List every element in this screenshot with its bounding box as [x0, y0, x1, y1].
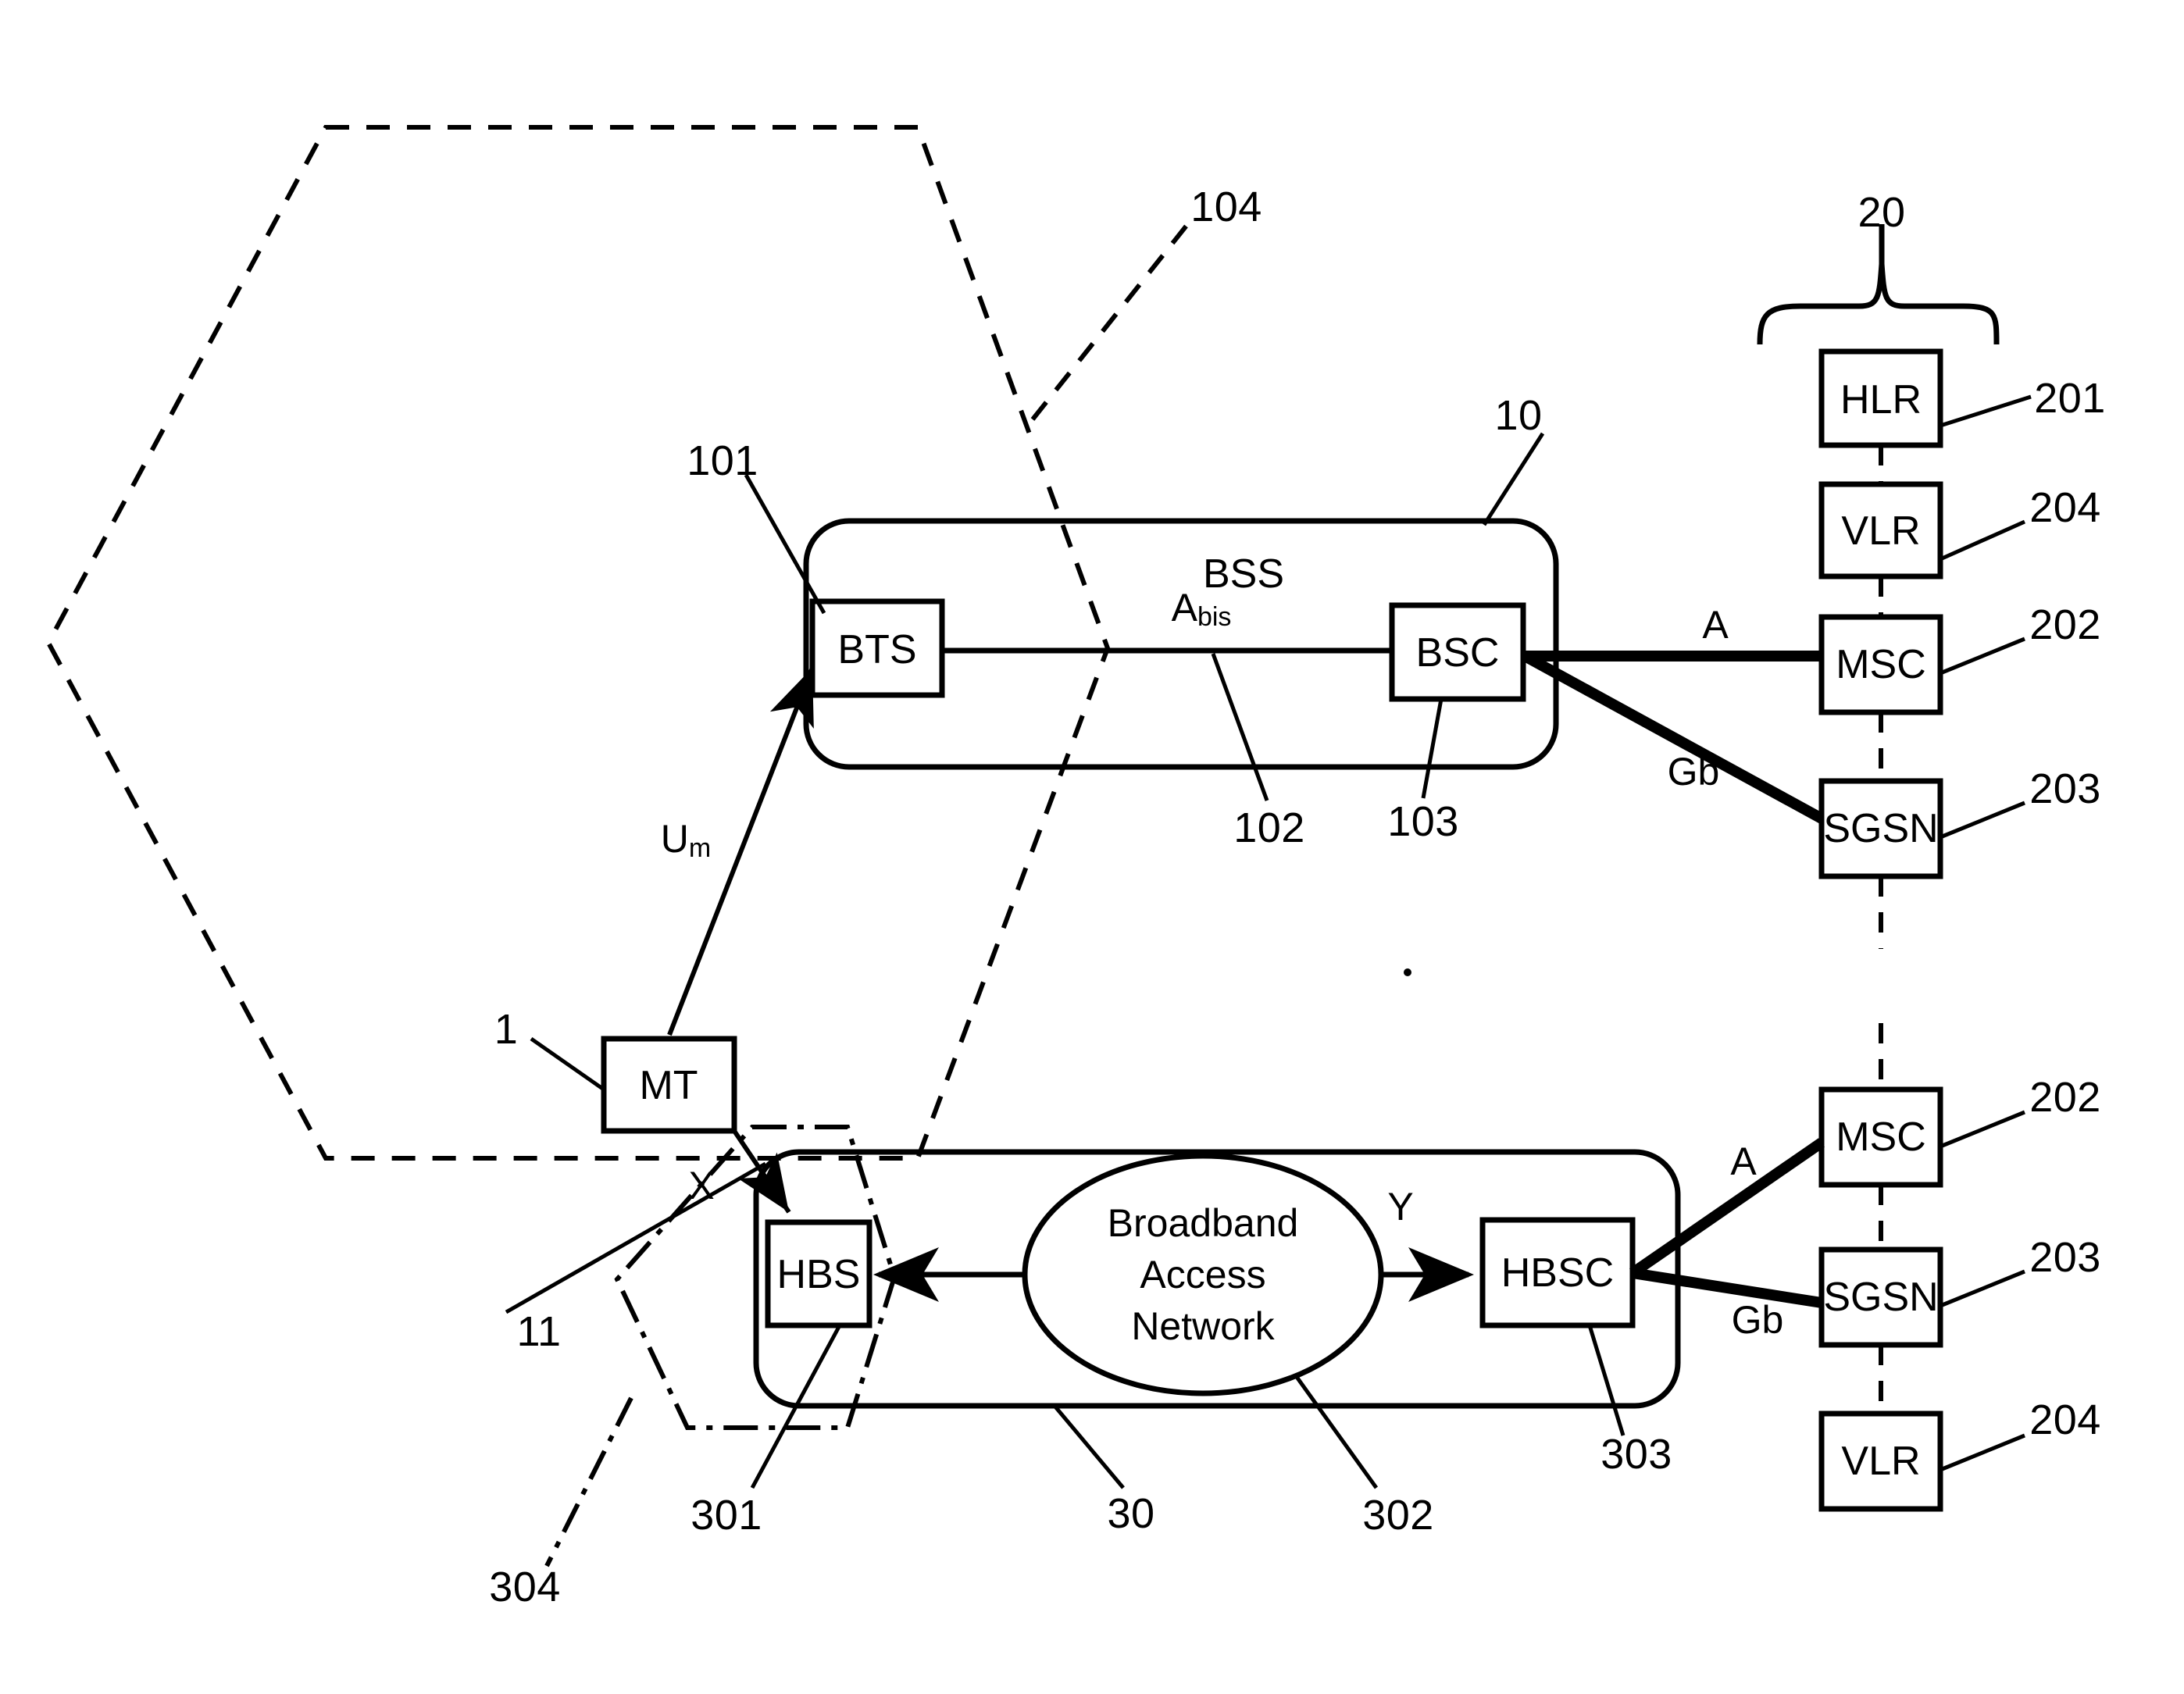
msc-label-bottom: MSC [1836, 1114, 1926, 1160]
ref-204-top: 204 [2029, 484, 2101, 531]
ref-101: 101 [687, 437, 758, 484]
leader-201 [1940, 394, 2032, 428]
leader-302 [1294, 1375, 1379, 1489]
um-subscript: m [688, 833, 712, 864]
gb-interface-label-bottom: Gb [1731, 1298, 1784, 1342]
ref-102: 102 [1233, 804, 1305, 851]
ref-20: 20 [1857, 189, 1906, 236]
leader-204-top [1939, 519, 2026, 562]
leader-204-bottom [1940, 1433, 2025, 1472]
ref-103: 103 [1387, 798, 1459, 845]
ref-202-bottom: 202 [2029, 1074, 2101, 1121]
leader-203-bottom [1940, 1269, 2025, 1308]
abis-interface-label: Abis [1172, 588, 1232, 630]
vlr-label-bottom: VLR [1841, 1439, 1921, 1484]
leader-202-bottom [1940, 1110, 2025, 1149]
vlr-label-top: VLR [1841, 508, 1921, 554]
a-interface-label-top: A [1702, 603, 1729, 647]
ref-301: 301 [691, 1492, 762, 1539]
ref-303: 303 [1601, 1431, 1672, 1478]
leader-11 [505, 1161, 767, 1314]
broadband-cloud-label: Broadband Access Network [1074, 1197, 1332, 1352]
leader-10 [1482, 432, 1545, 526]
um-interface-label: Um [661, 819, 711, 861]
ref-304: 304 [489, 1564, 561, 1610]
ref-11: 11 [516, 1308, 562, 1355]
y-interface-label: Y [1387, 1185, 1414, 1229]
brace-20 [1757, 224, 2000, 345]
broadband-line-3: Network [1131, 1304, 1275, 1348]
x-interface-label: X [688, 1164, 715, 1207]
leader-202-top [1940, 637, 2025, 676]
ref-204-bottom: 204 [2029, 1396, 2101, 1443]
ref-201: 201 [2034, 375, 2106, 422]
abis-subscript: bis [1197, 602, 1232, 633]
msc-label-top: MSC [1836, 642, 1926, 687]
broadband-line-2: Access [1140, 1253, 1266, 1296]
ref-10: 10 [1494, 392, 1543, 439]
hbs-label: HBS [776, 1252, 861, 1297]
ref-1: 1 [494, 1006, 519, 1053]
ref-203-bottom: 203 [2029, 1234, 2101, 1281]
leader-303 [1587, 1325, 1626, 1436]
leader-304 [544, 1396, 633, 1567]
um-letter: U [660, 816, 689, 861]
leader-103 [1421, 698, 1444, 799]
abis-letter: A [1171, 585, 1197, 629]
ref-104: 104 [1190, 184, 1262, 230]
broadband-line-1: Broadband [1107, 1201, 1299, 1245]
sgsn-label-bottom: SGSN [1823, 1275, 1939, 1320]
bsc-label: BSC [1415, 630, 1500, 676]
gb-interface-label-top: Gb [1667, 750, 1720, 794]
hbsc-label: HBSC [1501, 1250, 1615, 1296]
leader-1 [530, 1036, 605, 1092]
leader-203-top [1940, 801, 2025, 840]
ref-30: 30 [1107, 1490, 1155, 1537]
gb-link-top [1522, 651, 1825, 824]
ref-202-top: 202 [2029, 601, 2101, 648]
leader-30 [1053, 1404, 1125, 1489]
leader-104 [1030, 213, 1197, 421]
patent-figure: BTS BSC BSS MT HBS HBSC Broadband Access… [0, 0, 2184, 1694]
leader-102 [1211, 653, 1269, 801]
cell-hexagon-104 [45, 125, 1111, 1161]
sgsn-label-top: SGSN [1823, 806, 1939, 851]
ref-203-top: 203 [2029, 765, 2101, 812]
mt-label: MT [639, 1063, 698, 1108]
ref-302: 302 [1362, 1492, 1434, 1539]
artifact-dot [1404, 968, 1411, 976]
gb-link-bottom [1631, 1268, 1823, 1308]
bts-label: BTS [837, 627, 917, 672]
a-interface-label-bottom: A [1730, 1139, 1757, 1183]
hlr-label-top: HLR [1840, 377, 1922, 423]
